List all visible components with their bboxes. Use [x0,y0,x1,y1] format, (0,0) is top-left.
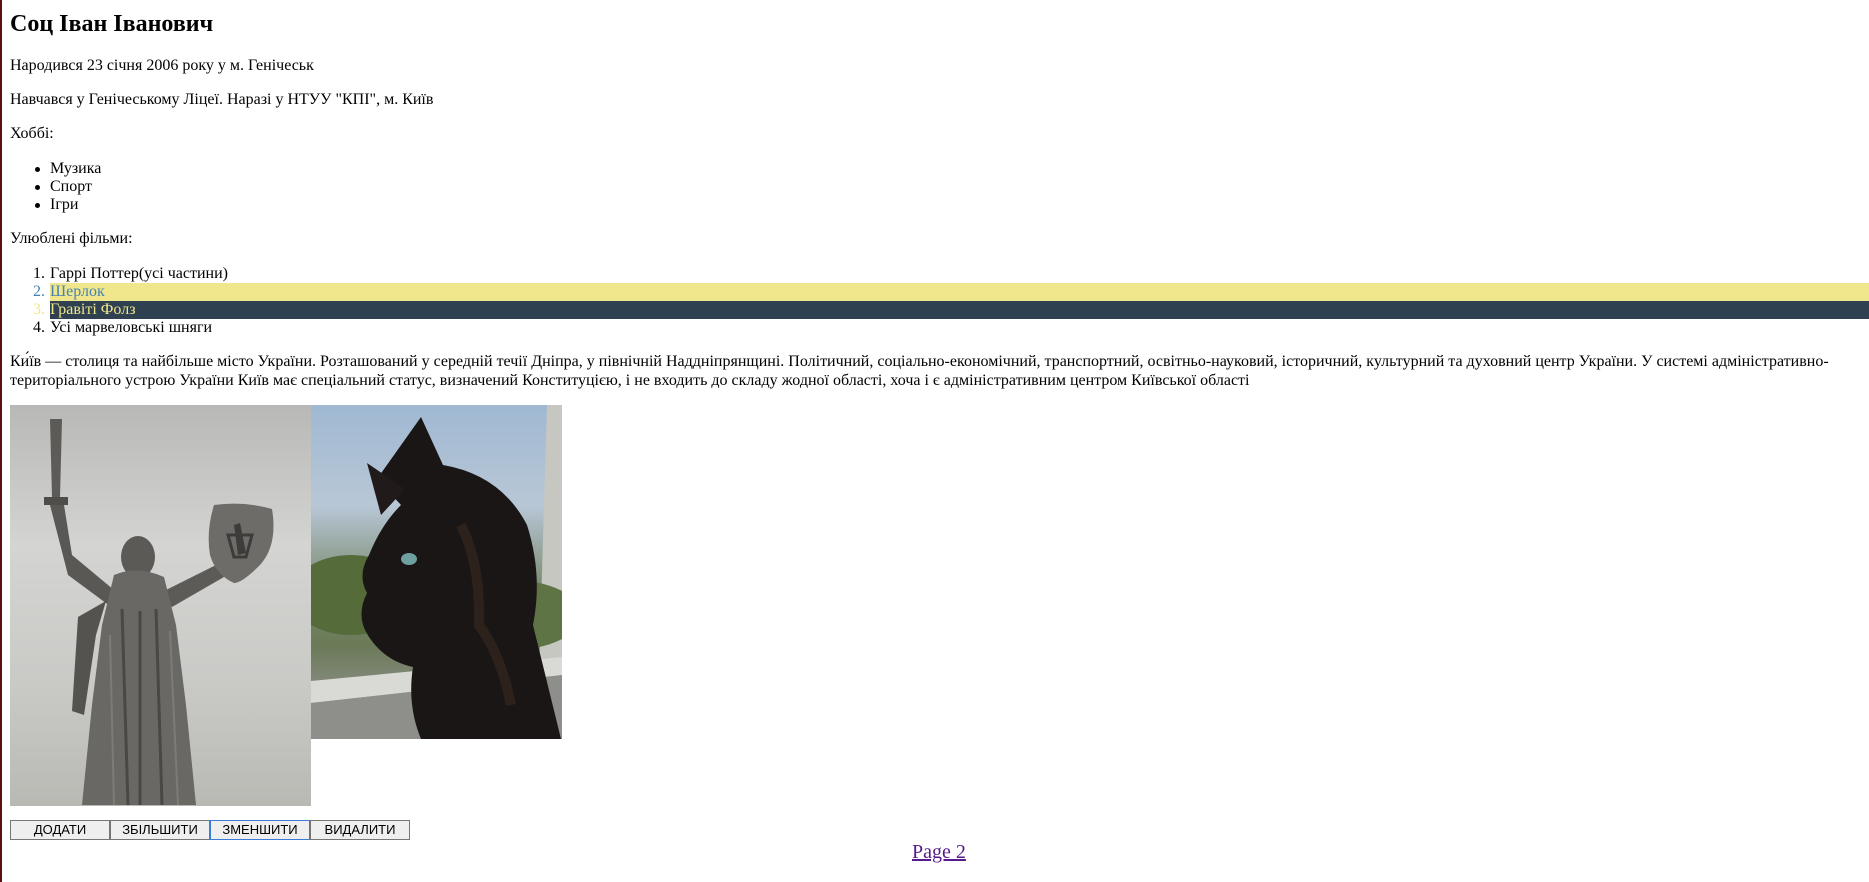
kyiv-paragraph: Ки́їв — столиця та найбільше місто Украї… [10,353,1829,389]
hobby-item: Ігри [10,196,1869,214]
education-info: Навчався у Генічеському Ліцеї. Наразі у … [10,91,434,108]
bullet-icon [35,203,40,208]
cat-image [311,405,562,739]
hobbies-label: Хоббі: [10,125,54,142]
film-highlight-bar [50,301,1869,319]
film-item-highlighted: 3. Гравіті Фолз [10,301,1869,319]
page-title: Соц Іван Іванович [10,11,214,37]
page-2-link[interactable]: Page 2 [912,841,966,863]
film-item: 4. Усі марвеловські шняги [33,319,213,336]
films-list: 1. Гаррі Поттер(усі частини) 2. Шерлок 3… [10,265,1869,337]
delete-button[interactable]: ВИДАЛИТИ [310,820,410,840]
statue-image [10,405,311,806]
left-border [0,0,2,882]
bullet-icon [35,185,40,190]
hobbies-list: Музика Спорт Ігри [10,160,1869,214]
hobby-item: Спорт [10,178,1869,196]
bullet-icon [35,167,40,172]
film-highlight-bar [50,283,1869,301]
hobby-item: Музика [10,160,1869,178]
shrink-button[interactable]: ЗМЕНШИТИ [210,820,310,840]
films-label: Улюблені фільми: [10,230,133,247]
add-button[interactable]: ДОДАТИ [10,820,110,840]
page-content: Соц Іван Іванович Народився 23 січня 200… [10,0,1869,882]
film-item-highlighted: 2. Шерлок [10,283,1869,301]
enlarge-button[interactable]: ЗБІЛЬШИТИ [110,820,210,840]
cat-illustration [311,405,562,739]
birth-info: Народився 23 січня 2006 року у м. Геніче… [10,57,314,74]
film-item: 1. Гаррі Поттер(усі частини) [33,265,228,282]
statue-illustration [44,419,274,806]
